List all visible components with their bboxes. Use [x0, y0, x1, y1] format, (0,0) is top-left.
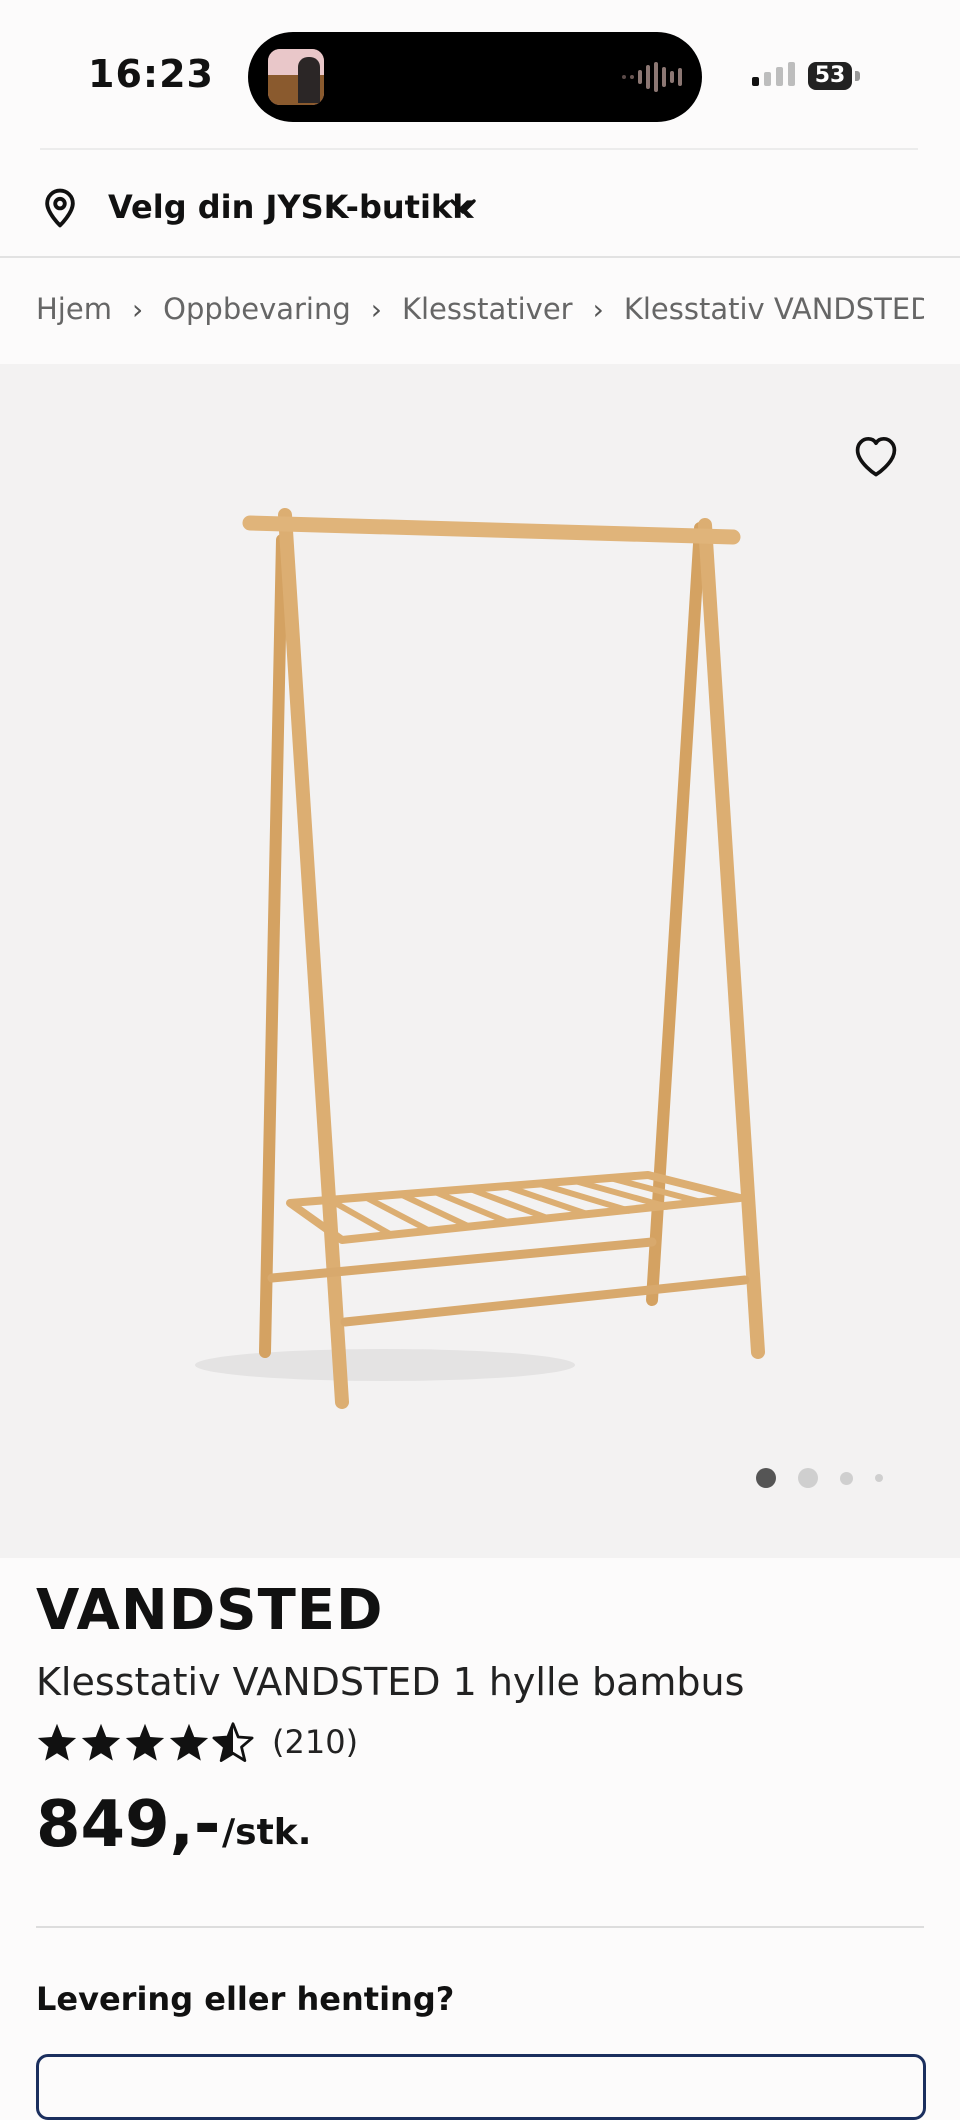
chevron-right-icon: ›	[592, 292, 604, 326]
review-count: (210)	[272, 1723, 359, 1761]
heart-icon[interactable]	[850, 430, 902, 478]
status-time: 16:23	[88, 52, 214, 96]
star-icon	[125, 1723, 165, 1761]
rating-stars	[36, 1722, 254, 1762]
gallery-dot[interactable]	[798, 1468, 818, 1488]
price-unit: /stk.	[222, 1812, 312, 1853]
star-icon	[37, 1723, 77, 1761]
cellular-signal-icon	[752, 62, 795, 86]
breadcrumb-item-home[interactable]: Hjem	[36, 292, 112, 326]
status-bar: 16:23 53	[0, 0, 960, 150]
delivery-option-card[interactable]	[36, 2054, 926, 2120]
location-pin-icon	[45, 188, 75, 228]
product-rating[interactable]: (210)	[36, 1722, 358, 1762]
podcast-artwork[interactable]	[268, 49, 324, 105]
dynamic-island[interactable]	[248, 32, 702, 122]
store-selector[interactable]: Velg din JYSK-butikk	[0, 150, 960, 258]
product-name: Klesstativ VANDSTED 1 hylle bambus	[36, 1660, 745, 1704]
breadcrumb: Hjem › Oppbevaring › Klesstativer › Kles…	[0, 258, 960, 364]
breadcrumb-item-storage[interactable]: Oppbevaring	[163, 292, 351, 326]
breadcrumb-item-current: Klesstativ VANDSTED 1 hylle bambus	[623, 292, 924, 326]
star-icon	[81, 1723, 121, 1761]
gallery-pagination	[756, 1468, 883, 1488]
product-price: 849,-	[36, 1788, 221, 1862]
breadcrumb-item-clothes-racks[interactable]: Klesstativer	[402, 292, 573, 326]
product-brand: VANDSTED	[36, 1578, 384, 1643]
chevron-down-icon	[450, 199, 476, 214]
battery-icon: 53	[808, 62, 852, 90]
gallery-dot-active[interactable]	[756, 1468, 776, 1488]
delivery-heading: Levering eller henting?	[36, 1980, 455, 2018]
product-image	[195, 508, 765, 1409]
section-divider	[36, 1926, 924, 1928]
battery-tip	[855, 71, 860, 81]
chevron-right-icon: ›	[131, 292, 144, 326]
audio-waveform-icon	[622, 62, 682, 92]
store-selector-label: Velg din JYSK-butikk	[108, 188, 474, 226]
gallery-dot[interactable]	[840, 1471, 853, 1485]
chevron-right-icon: ›	[370, 292, 382, 326]
star-icon	[169, 1723, 209, 1761]
gallery-dot[interactable]	[875, 1474, 883, 1482]
star-half-icon	[212, 1722, 254, 1762]
